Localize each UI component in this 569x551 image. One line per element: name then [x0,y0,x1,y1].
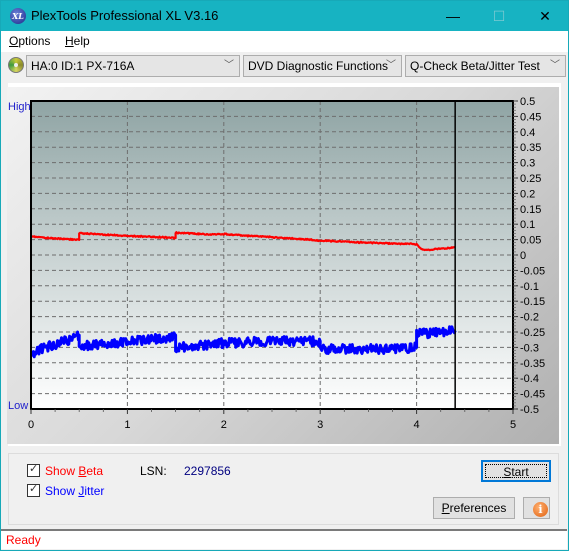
x-tick-label: 5 [510,419,516,431]
start-button-label: Start [485,464,547,479]
show-beta-label[interactable]: Show Beta [45,464,103,478]
x-tick-label: 4 [414,419,420,431]
y-tick-label: 0.25 [520,173,541,185]
y-tick-label: 0.1 [520,219,535,231]
y-tick-label: 0.3 [520,158,535,170]
y-tick-label: 0.45 [520,111,541,123]
info-icon: i [533,502,548,517]
y-tick-label: -0.45 [520,389,545,401]
show-beta-text: Show [45,464,79,478]
start-button[interactable]: Start [481,460,551,482]
y-tick-label: 0.05 [520,235,541,247]
show-jitter-label[interactable]: Show Jitter [45,484,104,498]
grid [31,101,513,409]
y-tick-label: 0.35 [520,142,541,154]
show-beta-text-end: eta [86,464,104,478]
y-axis: 0.5 0.45 0.4 0.35 0.3 0.25 0.2 0.15 0.1 0.05 0 -0.0… [513,96,545,416]
x-tick-label: 1 [124,419,130,431]
y-tick-label: 0.15 [520,204,541,216]
x-axis: 0 1 2 3 4 5 [28,409,516,431]
y-tick-label: -0.05 [520,265,545,277]
status-text: Ready [6,533,41,547]
y-tick-label: -0.4 [520,373,539,385]
y-tick-label: -0.3 [520,342,539,354]
y-tick-label: 0 [520,250,526,262]
show-jitter-checkbox[interactable] [27,482,40,497]
x-tick-label: 2 [221,419,227,431]
show-beta-checkbox[interactable] [27,462,40,477]
y-tick-label: 0.4 [520,127,535,139]
status-bar: Ready [1,529,567,549]
y-tick-label: -0.5 [520,404,539,416]
x-tick-label: 0 [28,419,34,431]
y-tick-label: -0.2 [520,312,539,324]
y-tick-label: -0.15 [520,296,545,308]
info-button[interactable]: i [523,497,550,519]
lsn-label: LSN: [140,464,167,478]
y-tick-label: 0.2 [520,188,535,200]
show-jitter-text: Show [45,484,79,498]
show-jitter-text-end: itter [84,484,105,498]
y-tick-label: -0.25 [520,327,545,339]
preferences-text: references [449,501,507,515]
preferences-button[interactable]: Preferences [433,497,515,519]
start-text: tart [511,465,529,479]
controls-group: Show Beta Show Jitter LSN: 2297856 Start… [8,453,559,525]
y-tick-label: -0.1 [520,281,539,293]
x-tick-label: 3 [317,419,323,431]
preferences-accel: P [441,501,450,515]
y-tick-label: 0.5 [520,96,535,108]
lsn-value: 2297856 [184,464,231,478]
y-tick-label: -0.35 [520,358,545,370]
